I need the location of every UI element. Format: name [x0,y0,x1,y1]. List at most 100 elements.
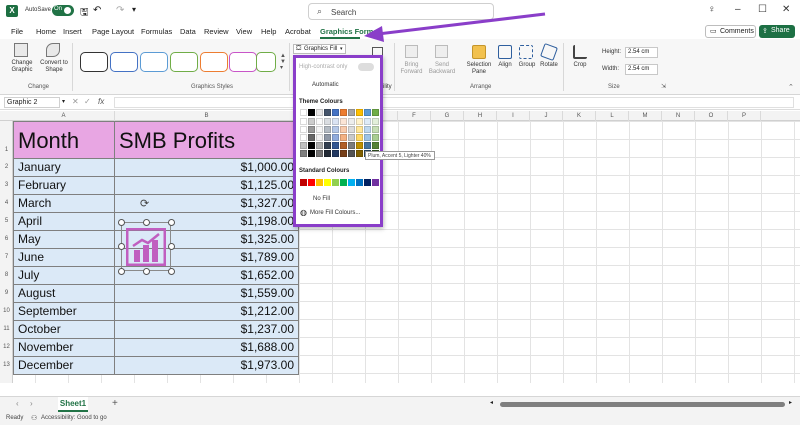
row-header-11[interactable]: 11 [0,326,13,332]
theme-colour-swatch[interactable] [364,118,371,125]
scroll-left-icon[interactable]: ◂ [490,399,493,406]
theme-colour-swatch[interactable] [316,126,323,133]
row-header-9[interactable]: 9 [0,290,13,296]
theme-colour-swatch[interactable] [332,134,339,141]
insert-function-button[interactable]: fx [98,97,104,106]
standard-colour-swatch[interactable] [348,179,355,186]
theme-colour-swatch[interactable] [340,118,347,125]
close-icon[interactable]: ✕ [782,4,790,15]
theme-colour-swatch[interactable] [324,126,331,133]
collapse-ribbon-icon[interactable]: ⌃ [788,83,794,91]
theme-colour-swatch[interactable] [340,150,347,157]
graphics-style-1[interactable] [80,52,108,72]
row-header-8[interactable]: 8 [0,272,13,278]
row-header-6[interactable]: 6 [0,236,13,242]
more-fill-colours-option[interactable]: More Fill Colours... [310,210,360,216]
row-header-3[interactable]: 3 [0,182,13,188]
maximize-icon[interactable]: ☐ [758,4,767,15]
row-header-13[interactable]: 13 [0,362,13,368]
size-dialog-launcher-icon[interactable]: ⇲ [661,83,666,90]
theme-colour-swatch[interactable] [300,118,307,125]
autosave-toggle[interactable]: On [52,5,74,16]
column-header-b[interactable]: B [115,111,299,121]
theme-colour-swatch[interactable] [316,118,323,125]
theme-colour-swatch[interactable] [324,118,331,125]
change-graphic-button[interactable]: Change Graphic [7,60,37,74]
row-header-12[interactable]: 12 [0,344,13,350]
send-backward-button[interactable]: Send Backward [427,62,457,76]
group-button[interactable]: Group [516,62,538,69]
theme-colour-swatch[interactable] [332,142,339,149]
theme-colour-swatch[interactable] [300,126,307,133]
sheet-tab-sheet1[interactable]: Sheet1 [58,397,88,412]
selected-graphic[interactable] [121,222,171,271]
theme-colour-swatch[interactable] [356,109,363,116]
theme-colour-swatch[interactable] [332,126,339,133]
standard-colour-swatch[interactable] [332,179,339,186]
column-header-i[interactable]: I [497,111,530,121]
tab-acrobat[interactable]: Acrobat [285,27,311,36]
tab-file[interactable]: File [11,27,23,36]
tab-home[interactable]: Home [36,27,56,36]
row-header-10[interactable]: 10 [0,308,13,314]
header-cell-month[interactable]: Month [13,121,115,159]
selection-pane-button[interactable]: Selection Pane [462,62,496,76]
undo-icon[interactable]: ↶ [93,5,105,17]
theme-colour-swatch[interactable] [340,109,347,116]
theme-colour-swatch[interactable] [332,109,339,116]
width-input[interactable]: 2.54 cm [625,64,658,75]
height-input[interactable]: 2.54 cm [625,47,658,58]
month-cell[interactable]: April [13,213,115,231]
column-header-j[interactable]: J [530,111,563,121]
convert-to-shape-button[interactable]: Convert to Shape [39,60,69,74]
month-cell[interactable]: September [13,303,115,321]
theme-colour-swatch[interactable] [348,134,355,141]
theme-colour-swatch[interactable] [340,142,347,149]
theme-colour-swatch[interactable] [316,109,323,116]
theme-colour-swatch[interactable] [372,142,379,149]
crop-button[interactable]: Crop [570,62,590,69]
column-header-o[interactable]: O [695,111,728,121]
theme-colour-swatch[interactable] [364,126,371,133]
month-cell[interactable]: May [13,231,115,249]
lightbulb-icon[interactable]: ♀ [708,4,716,15]
theme-colour-swatch[interactable] [356,126,363,133]
resize-handle-top[interactable] [143,219,150,226]
theme-colour-swatch[interactable] [316,134,323,141]
month-cell[interactable]: February [13,177,115,195]
tab-data[interactable]: Data [180,27,196,36]
theme-colour-swatch[interactable] [300,134,307,141]
theme-colour-swatch[interactable] [348,126,355,133]
theme-colour-swatch[interactable] [372,109,379,116]
theme-colour-swatch[interactable] [308,126,315,133]
graphics-style-2[interactable] [110,52,138,72]
column-header-k[interactable]: K [563,111,596,121]
theme-colour-swatch[interactable] [364,142,371,149]
horizontal-scrollbar[interactable]: ◂ ▸ [490,399,795,408]
month-cell[interactable]: October [13,321,115,339]
row-header-2[interactable]: 2 [0,164,13,170]
graphics-style-6[interactable] [229,52,257,72]
automatic-option[interactable]: Automatic [312,82,339,88]
month-cell[interactable]: August [13,285,115,303]
theme-colour-swatch[interactable] [324,142,331,149]
theme-colour-swatch[interactable] [308,118,315,125]
align-button[interactable]: Align [495,62,515,69]
add-sheet-icon[interactable]: + [112,398,118,409]
resize-handle-right[interactable] [168,243,175,250]
standard-colour-swatch[interactable] [316,179,323,186]
profit-cell[interactable]: $1,688.00 [115,339,299,357]
accessibility-status[interactable]: Accessibility: Good to go [41,415,107,421]
cancel-icon[interactable]: ✕ [72,97,79,106]
theme-colour-swatch[interactable] [372,118,379,125]
month-cell[interactable]: March [13,195,115,213]
tab-formulas[interactable]: Formulas [141,27,172,36]
column-header-l[interactable]: L [596,111,629,121]
comments-button[interactable]: ▭ Comments [705,25,756,38]
theme-colour-swatch[interactable] [308,150,315,157]
theme-colour-swatch[interactable] [364,109,371,116]
profit-cell[interactable]: $1,559.00 [115,285,299,303]
resize-handle-bottom[interactable] [143,268,150,275]
resize-handle-left[interactable] [118,243,125,250]
theme-colour-swatch[interactable] [372,134,379,141]
